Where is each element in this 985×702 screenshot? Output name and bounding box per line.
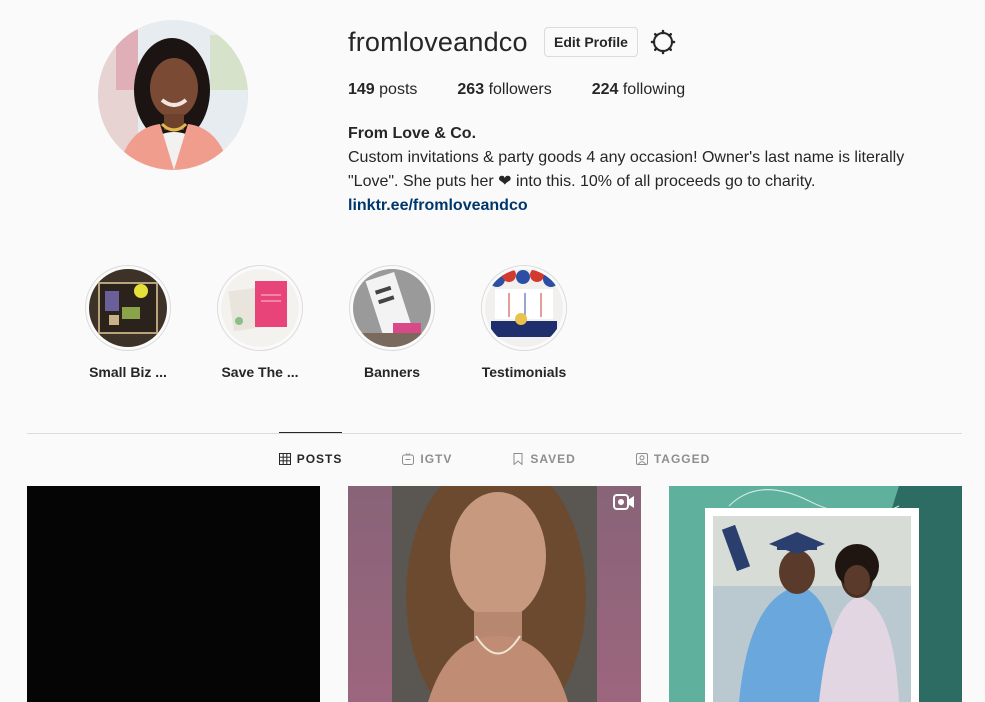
profile-stats: 149 posts 263 followers 224 following (348, 81, 685, 99)
igtv-icon (402, 453, 415, 465)
bio-link[interactable]: linktr.ee/fromloveandco (348, 194, 528, 218)
post-image (669, 486, 962, 702)
highlight-ring (349, 265, 435, 351)
tab-saved[interactable]: SAVED (512, 433, 575, 485)
post-tile[interactable] (348, 486, 641, 702)
post-image (348, 486, 641, 702)
posts-count: 149 (348, 81, 375, 98)
post-image (27, 486, 320, 702)
highlight-banners[interactable]: Banners (326, 265, 458, 380)
post-tile[interactable] (669, 486, 962, 702)
highlight-cover (353, 269, 431, 347)
avatar-image (98, 20, 248, 170)
settings-gear-icon[interactable] (650, 29, 676, 55)
highlight-testimonials[interactable]: Testimonials (458, 265, 590, 380)
followers-count: 263 (457, 81, 485, 98)
following-stat[interactable]: 224 following (592, 81, 685, 99)
followers-label: followers (488, 81, 552, 98)
followers-stat[interactable]: 263 followers (457, 81, 551, 99)
tab-label: TAGGED (653, 452, 711, 466)
posts-label: posts (379, 81, 418, 98)
highlight-cover (221, 269, 299, 347)
profile-full-name: From Love & Co. (348, 125, 477, 142)
highlight-label: Banners (363, 364, 421, 380)
profile-avatar[interactable] (98, 20, 248, 170)
bio-line-2: "Love". She puts her ❤ into this. 10% of… (348, 173, 816, 190)
tab-tagged[interactable]: TAGGED (635, 433, 711, 485)
tagged-icon (635, 453, 648, 465)
story-highlights: Small Biz ... Save The ... Banners Testi… (62, 265, 590, 380)
posts-grid (27, 486, 962, 702)
bio-line-1: Custom invitations & party goods 4 any o… (348, 149, 905, 166)
highlight-label: Save The ... (221, 364, 299, 380)
posts-stat: 149 posts (348, 81, 417, 99)
tab-label: POSTS (296, 451, 343, 466)
grid-icon (278, 452, 291, 465)
following-count: 224 (591, 81, 619, 98)
profile-username: fromloveandco (348, 27, 528, 57)
highlight-label: Testimonials (481, 364, 567, 380)
highlight-label: Small Biz ... (89, 364, 167, 380)
highlight-ring (85, 265, 171, 351)
highlight-ring (481, 265, 567, 351)
post-tile[interactable] (27, 486, 320, 702)
tab-posts[interactable]: POSTS (278, 432, 343, 484)
highlight-cover (485, 269, 563, 347)
highlight-save-the-date[interactable]: Save The ... (194, 265, 326, 380)
highlight-small-biz[interactable]: Small Biz ... (62, 265, 194, 380)
profile-tabs: POSTS IGTV SAVED TAGGED (27, 432, 962, 485)
highlight-ring (217, 265, 303, 351)
following-label: following (622, 81, 686, 98)
bookmark-icon (513, 453, 523, 465)
tab-igtv[interactable]: IGTV (402, 433, 452, 485)
video-icon (613, 493, 635, 511)
tab-label: IGTV (420, 452, 453, 466)
profile-bio: From Love & Co. Custom invitations & par… (348, 122, 948, 218)
tab-label: SAVED (530, 452, 576, 466)
profile-page: fromloveandco Edit Profile 149 posts 263… (0, 0, 985, 702)
highlight-cover (89, 269, 167, 347)
edit-profile-button[interactable]: Edit Profile (544, 27, 638, 57)
